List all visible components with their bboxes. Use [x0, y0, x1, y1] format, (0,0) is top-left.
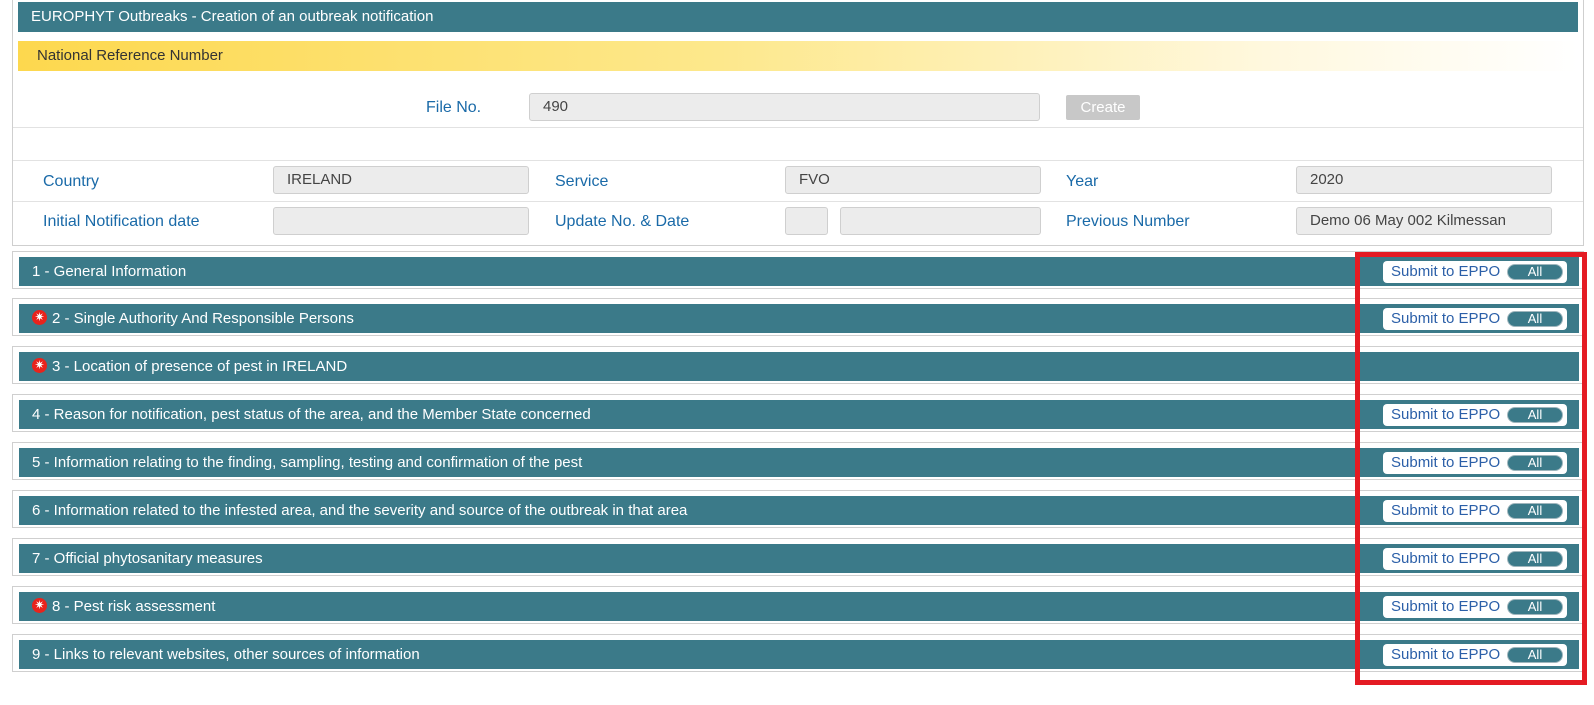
section-title: 2 - Single Authority And Responsible Per… — [52, 310, 354, 327]
section-7: 7 - Official phytosanitary measures Submi… — [12, 538, 1584, 576]
file-no-label: File No. — [426, 99, 482, 116]
section-header[interactable]: 4 - Reason for notification, pest status… — [19, 400, 1579, 429]
required-icon — [32, 306, 47, 328]
divider — [13, 127, 1583, 128]
highlight-box — [1355, 252, 1587, 685]
section-1: 1 - General Information Submit to EPPO All — [12, 251, 1584, 289]
section-title: 4 - Reason for notification, pest status… — [32, 406, 591, 423]
section-header[interactable]: 5 - Information relating to the finding,… — [19, 448, 1579, 477]
section-header[interactable]: 6 - Information related to the infested … — [19, 496, 1579, 525]
previous-number-field[interactable]: Demo 06 May 002 Kilmessan — [1296, 207, 1552, 235]
year-field[interactable]: 2020 — [1296, 166, 1552, 194]
update-no-field[interactable] — [785, 207, 828, 235]
initial-notification-date-field[interactable] — [273, 207, 529, 235]
section-header[interactable]: 9 - Links to relevant websites, other so… — [19, 640, 1579, 669]
create-button[interactable]: Create — [1066, 95, 1140, 120]
section-title: 5 - Information relating to the finding,… — [32, 454, 583, 471]
section-header[interactable]: 7 - Official phytosanitary measures Submi… — [19, 544, 1579, 573]
section-9: 9 - Links to relevant websites, other so… — [12, 634, 1584, 672]
service-field[interactable]: FVO — [785, 166, 1041, 194]
section-title: 3 - Location of presence of pest in IREL… — [52, 358, 348, 375]
required-icon — [32, 354, 47, 376]
update-no-date-label: Update No. & Date — [555, 213, 690, 230]
section-header[interactable]: 3 - Location of presence of pest in IREL… — [19, 352, 1579, 381]
section-4: 4 - Reason for notification, pest status… — [12, 394, 1584, 432]
section-header[interactable]: 2 - Single Authority And Responsible Per… — [19, 304, 1579, 333]
section-3: 3 - Location of presence of pest in IREL… — [12, 346, 1584, 384]
country-field[interactable]: IRELAND — [273, 166, 529, 194]
section-header[interactable]: 1 - General Information Submit to EPPO All — [19, 257, 1579, 286]
file-no-field[interactable]: 490 — [529, 93, 1040, 121]
section-2: 2 - Single Authority And Responsible Per… — [12, 298, 1584, 336]
section-5: 5 - Information relating to the finding,… — [12, 442, 1584, 480]
section-6: 6 - Information related to the infested … — [12, 490, 1584, 528]
service-label: Service — [555, 173, 609, 190]
update-date-field[interactable] — [840, 207, 1041, 235]
section-title: 1 - General Information — [32, 263, 187, 280]
divider — [13, 160, 1583, 161]
year-label: Year — [1066, 173, 1099, 190]
required-icon — [32, 594, 47, 616]
divider — [13, 201, 1583, 202]
section-title: 7 - Official phytosanitary measures — [32, 550, 263, 567]
section-title: 6 - Information related to the infested … — [32, 502, 688, 519]
initial-notification-date-label: Initial Notification date — [43, 213, 200, 230]
section-header[interactable]: 8 - Pest risk assessmentSubmit to EPPOAl… — [19, 592, 1579, 621]
previous-number-label: Previous Number — [1066, 213, 1190, 230]
section-8: 8 - Pest risk assessmentSubmit to EPPOAl… — [12, 586, 1584, 624]
section-title: 8 - Pest risk assessment — [52, 598, 216, 615]
page-title: EUROPHYT Outbreaks - Creation of an outb… — [18, 2, 1578, 32]
country-label: Country — [43, 173, 100, 190]
section-title: 9 - Links to relevant websites, other so… — [32, 646, 420, 663]
national-reference-header: National Reference Number — [18, 41, 1578, 71]
